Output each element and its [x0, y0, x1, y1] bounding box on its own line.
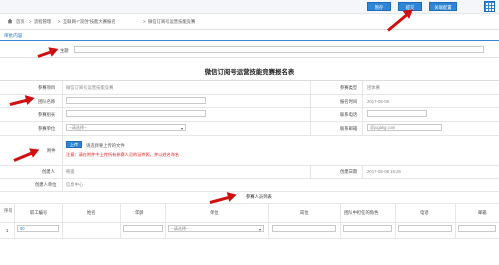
- col-phone: 电话: [420, 210, 429, 215]
- col-post: 岗位: [300, 210, 309, 215]
- member-unit-select[interactable]: --请选择-- ▾: [168, 225, 264, 232]
- member-post-input[interactable]: [272, 225, 336, 232]
- type-label: 参赛类型: [340, 85, 358, 90]
- email-input[interactable]: @jugang.com: [367, 124, 442, 131]
- col-index: 序号: [4, 208, 13, 213]
- upload-button[interactable]: 上传: [66, 141, 82, 148]
- col-role: 团队中担任的角色: [344, 210, 379, 215]
- upload-hint: 请选择要上传的文件: [86, 143, 125, 148]
- chevron-down-icon: ▾: [258, 227, 261, 232]
- member-unit-select-value: --请选择--: [171, 226, 189, 231]
- breadcrumb-item-home[interactable]: 首页: [16, 19, 25, 25]
- chevron-down-icon: ▾: [180, 126, 183, 131]
- member-phone-input[interactable]: [398, 225, 452, 232]
- form-title: 微信订阅号运营技能竞赛报名表: [0, 67, 499, 81]
- related-config-button[interactable]: 关联配置: [429, 2, 457, 11]
- unit-select-value: --请选择--: [69, 125, 87, 130]
- upload-warning: 注意：请在附件中上传所有参赛人员的证件照，并以姓名命名: [66, 152, 180, 157]
- created-date-label: 创建日期: [340, 169, 358, 174]
- creator-unit-value: 信息中心: [66, 182, 84, 187]
- unit-select[interactable]: --请选择-- ▾: [66, 124, 186, 131]
- subject-label: 主题: [60, 48, 69, 53]
- home-icon[interactable]: [7, 18, 13, 24]
- breadcrumb-item-contest[interactable]: 互联网+“双创”技能大赛报名: [63, 19, 116, 25]
- creator-unit-label: 创建人单位: [35, 182, 57, 187]
- members-caption: 参赛人员列表: [246, 194, 272, 199]
- project-label: 参赛项目: [38, 85, 56, 90]
- breadcrumb: 首页 > 流程管理 > 互联网+“双创”技能大赛报名 > 微信订阅号运营技能竞赛: [0, 14, 499, 30]
- leader-label: 参赛组长: [38, 112, 56, 117]
- team-name-input[interactable]: [66, 97, 206, 104]
- col-name: 姓名: [87, 210, 96, 215]
- leader-input[interactable]: [66, 110, 206, 117]
- tab-approval-content[interactable]: 审批内容: [4, 33, 22, 39]
- top-toolbar: 暂存 提交 关联配置: [0, 0, 499, 14]
- created-date-value: 2017-05-08 16:25: [367, 169, 401, 174]
- phone-label: 联系电话: [340, 112, 358, 117]
- email-label: 联系邮箱: [340, 126, 358, 131]
- member-role-input[interactable]: [343, 225, 392, 232]
- type-value: 团体赛: [367, 85, 380, 90]
- col-staff-no: 职工编号: [30, 210, 48, 215]
- member-email-input[interactable]: [458, 225, 496, 232]
- member-staff-no-input[interactable]: 00: [17, 225, 59, 232]
- member-row-index: 1: [6, 228, 9, 233]
- date-value: 2017-05-08: [367, 99, 389, 104]
- creator-value: 韩俊: [66, 169, 75, 174]
- date-label: 报名时间: [340, 99, 358, 104]
- breadcrumb-item-process[interactable]: 流程管理: [34, 19, 51, 25]
- subject-input[interactable]: [74, 46, 484, 53]
- subject-row: 主题: [0, 42, 499, 58]
- project-value: 微信订阅号运营技能竞赛: [66, 85, 114, 90]
- creator-label: 创建人: [42, 169, 55, 174]
- member-name-input[interactable]: [123, 225, 163, 232]
- grid-icon[interactable]: [484, 1, 495, 12]
- attachment-label: 附件: [47, 148, 56, 153]
- team-label: 团队名称: [38, 99, 56, 104]
- section-tab: 审批内容: [0, 31, 499, 41]
- unit-label: 参赛单位: [38, 126, 56, 131]
- col-email: 邮箱: [478, 210, 487, 215]
- col-unit: 单位: [210, 210, 219, 215]
- breadcrumb-item-current: 微信订阅号运营技能竞赛: [148, 19, 196, 24]
- col-age: 年龄: [135, 210, 144, 215]
- annotation-arrow-shaft: [13, 151, 33, 162]
- annotation-arrow-head: [28, 145, 41, 158]
- save-draft-button[interactable]: 暂存: [367, 2, 391, 11]
- phone-input[interactable]: [367, 110, 427, 117]
